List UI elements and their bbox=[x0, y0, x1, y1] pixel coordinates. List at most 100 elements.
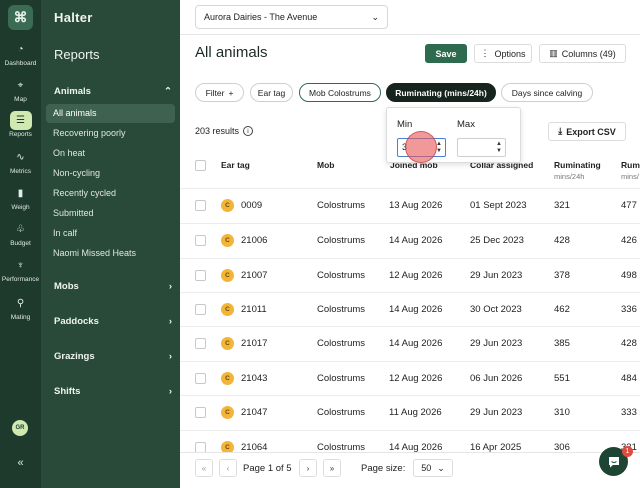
sidebar-section-mobs[interactable]: Mobs › bbox=[54, 281, 172, 292]
rail-item-performance[interactable]: ♆ Performance bbox=[0, 256, 41, 283]
cell-collar: 01 Sept 2023 bbox=[470, 200, 527, 211]
halter-logo-icon[interactable]: ⌘ bbox=[8, 5, 33, 30]
filter-button[interactable]: Filter + bbox=[195, 83, 244, 102]
row-checkbox[interactable] bbox=[195, 200, 206, 211]
chevron-right-icon: › bbox=[168, 281, 172, 292]
cell-rum: 336 bbox=[621, 304, 637, 315]
cell-joined: 14 Aug 2026 bbox=[389, 304, 443, 315]
row-checkbox[interactable] bbox=[195, 235, 206, 246]
rail-item-weigh[interactable]: ▮ Weigh bbox=[0, 184, 41, 211]
sidebar-item-recently-cycled[interactable]: Recently cycled bbox=[46, 184, 175, 203]
column-header-ruminating[interactable]: Ruminating mins/24h bbox=[554, 160, 601, 181]
section-label: Shifts bbox=[54, 386, 81, 397]
row-checkbox[interactable] bbox=[195, 270, 206, 281]
select-all-checkbox[interactable] bbox=[195, 160, 206, 171]
class-badge: C bbox=[221, 234, 234, 247]
rail-item-budget[interactable]: ♧ Budget bbox=[0, 220, 41, 247]
column-header-rum[interactable]: Rum mins/ bbox=[621, 160, 640, 181]
options-button[interactable]: ⋮ Options bbox=[474, 44, 532, 63]
filter-chip-mob[interactable]: Mob Colostrums bbox=[299, 83, 381, 102]
max-label: Max bbox=[457, 119, 475, 130]
row-checkbox[interactable] bbox=[195, 338, 206, 349]
column-header-unit: mins/ bbox=[621, 172, 639, 181]
reports-sidebar: Halter Reports Animals ⌃ All animals Rec… bbox=[41, 0, 180, 488]
sidebar-section-grazings[interactable]: Grazings › bbox=[54, 351, 172, 362]
filter-chip-days-since-calving[interactable]: Days since calving bbox=[501, 83, 593, 102]
sidebar-item-non-cycling[interactable]: Non-cycling bbox=[46, 164, 175, 183]
farm-select[interactable]: Aurora Dairies - The Avenue ⌄ bbox=[195, 5, 388, 29]
cell-collar: 25 Dec 2023 bbox=[470, 235, 524, 246]
ruminating-range-popover: Min Max 3 ▲ ▼ ▲ ▼ bbox=[386, 107, 521, 163]
columns-button[interactable]: ▥ Columns (49) bbox=[539, 44, 626, 63]
first-page-button[interactable]: « bbox=[195, 459, 213, 477]
rail-item-dashboard[interactable]: ◔ Dashboard bbox=[0, 40, 41, 67]
rail-item-metrics[interactable]: ∿ Metrics bbox=[0, 148, 41, 175]
info-icon[interactable]: i bbox=[243, 126, 254, 136]
rail-label: Dashboard bbox=[4, 60, 37, 67]
cell-ruminating: 462 bbox=[554, 304, 570, 315]
sidebar-section-animals[interactable]: Animals ⌃ bbox=[54, 86, 172, 97]
rail-item-map[interactable]: ⌖ Map bbox=[0, 76, 41, 103]
sidebar-item-on-heat[interactable]: On heat bbox=[46, 144, 175, 163]
stepper-icon[interactable]: ▲ ▼ bbox=[436, 141, 442, 154]
min-input-value: 3 bbox=[402, 142, 408, 152]
column-header-ear-tag[interactable]: Ear tag bbox=[221, 160, 250, 170]
cell-mob: Colostrums bbox=[317, 373, 366, 384]
cell-joined: 11 Aug 2026 bbox=[389, 407, 442, 418]
filter-chip-ruminating[interactable]: Ruminating (mins/24h) bbox=[386, 83, 496, 102]
sidebar-item-recovering-poorly[interactable]: Recovering poorly bbox=[46, 124, 175, 143]
cell-ear-tag[interactable]: 21007 bbox=[241, 270, 267, 281]
cell-ear-tag[interactable]: 0009 bbox=[241, 200, 262, 211]
next-page-button[interactable]: › bbox=[299, 459, 317, 477]
collapse-icon[interactable]: « bbox=[0, 457, 41, 469]
filter-chip-ear-tag[interactable]: Ear tag bbox=[250, 83, 293, 102]
rail-label: Mating bbox=[10, 314, 31, 321]
column-header-mob[interactable]: Mob bbox=[317, 160, 334, 170]
last-page-button[interactable]: » bbox=[323, 459, 341, 477]
bar-chart-icon: ▮ bbox=[17, 188, 24, 199]
cell-rum: 498 bbox=[621, 270, 637, 281]
chevron-up-icon: ⌃ bbox=[164, 86, 172, 97]
rail-item-mating[interactable]: ⚲ Mating bbox=[0, 294, 41, 321]
cell-ear-tag[interactable]: 21047 bbox=[241, 407, 267, 418]
row-checkbox[interactable] bbox=[195, 304, 206, 315]
rail-item-reports[interactable]: ☰ Reports bbox=[0, 111, 41, 138]
row-checkbox[interactable] bbox=[195, 407, 206, 418]
header-divider bbox=[180, 34, 640, 35]
line-chart-icon: ∿ bbox=[16, 152, 25, 163]
rail-label: Performance bbox=[1, 276, 40, 283]
sidebar-section-paddocks[interactable]: Paddocks › bbox=[54, 316, 172, 327]
min-input[interactable]: 3 ▲ ▼ bbox=[397, 138, 446, 157]
cell-ear-tag[interactable]: 21011 bbox=[241, 304, 267, 315]
cell-ear-tag[interactable]: 21043 bbox=[241, 373, 267, 384]
sidebar-item-in-calf[interactable]: In calf bbox=[46, 224, 175, 243]
sidebar-item-naomi-missed-heats[interactable]: Naomi Missed Heats bbox=[46, 244, 175, 263]
brand-name: Halter bbox=[54, 10, 93, 25]
gauge-icon: ◔ bbox=[17, 44, 24, 55]
cell-joined: 12 Aug 2026 bbox=[389, 270, 443, 281]
nav-rail: ⌘ ◔ Dashboard ⌖ Map ☰ Reports ∿ Metrics … bbox=[0, 0, 41, 488]
avatar[interactable]: GR bbox=[12, 420, 28, 436]
cell-mob: Colostrums bbox=[317, 407, 366, 418]
stepper-icon[interactable]: ▲ ▼ bbox=[496, 141, 502, 154]
export-csv-button[interactable]: ⤓ Export CSV bbox=[548, 122, 626, 141]
cell-mob: Colostrums bbox=[317, 338, 366, 349]
save-button[interactable]: Save bbox=[425, 44, 467, 63]
column-header-label: Rum bbox=[621, 160, 640, 170]
columns-label: Columns (49) bbox=[561, 48, 616, 59]
cell-ear-tag[interactable]: 21017 bbox=[241, 338, 267, 349]
cell-ear-tag[interactable]: 21006 bbox=[241, 235, 267, 246]
max-input[interactable]: ▲ ▼ bbox=[457, 138, 506, 157]
sidebar-section-shifts[interactable]: Shifts › bbox=[54, 386, 172, 397]
cell-collar: 29 Jun 2023 bbox=[470, 270, 523, 281]
prev-page-button[interactable]: ‹ bbox=[219, 459, 237, 477]
min-label: Min bbox=[397, 119, 413, 130]
sidebar-item-submitted[interactable]: Submitted bbox=[46, 204, 175, 223]
trophy-icon: ♆ bbox=[16, 260, 25, 271]
rail-label: Budget bbox=[10, 240, 31, 247]
sidebar-item-all-animals[interactable]: All animals bbox=[46, 104, 175, 123]
cell-collar: 29 Jun 2023 bbox=[470, 338, 523, 349]
page-size-select[interactable]: 50 ⌄ bbox=[413, 459, 453, 477]
cell-collar: 06 Jun 2026 bbox=[470, 373, 523, 384]
row-checkbox[interactable] bbox=[195, 373, 206, 384]
